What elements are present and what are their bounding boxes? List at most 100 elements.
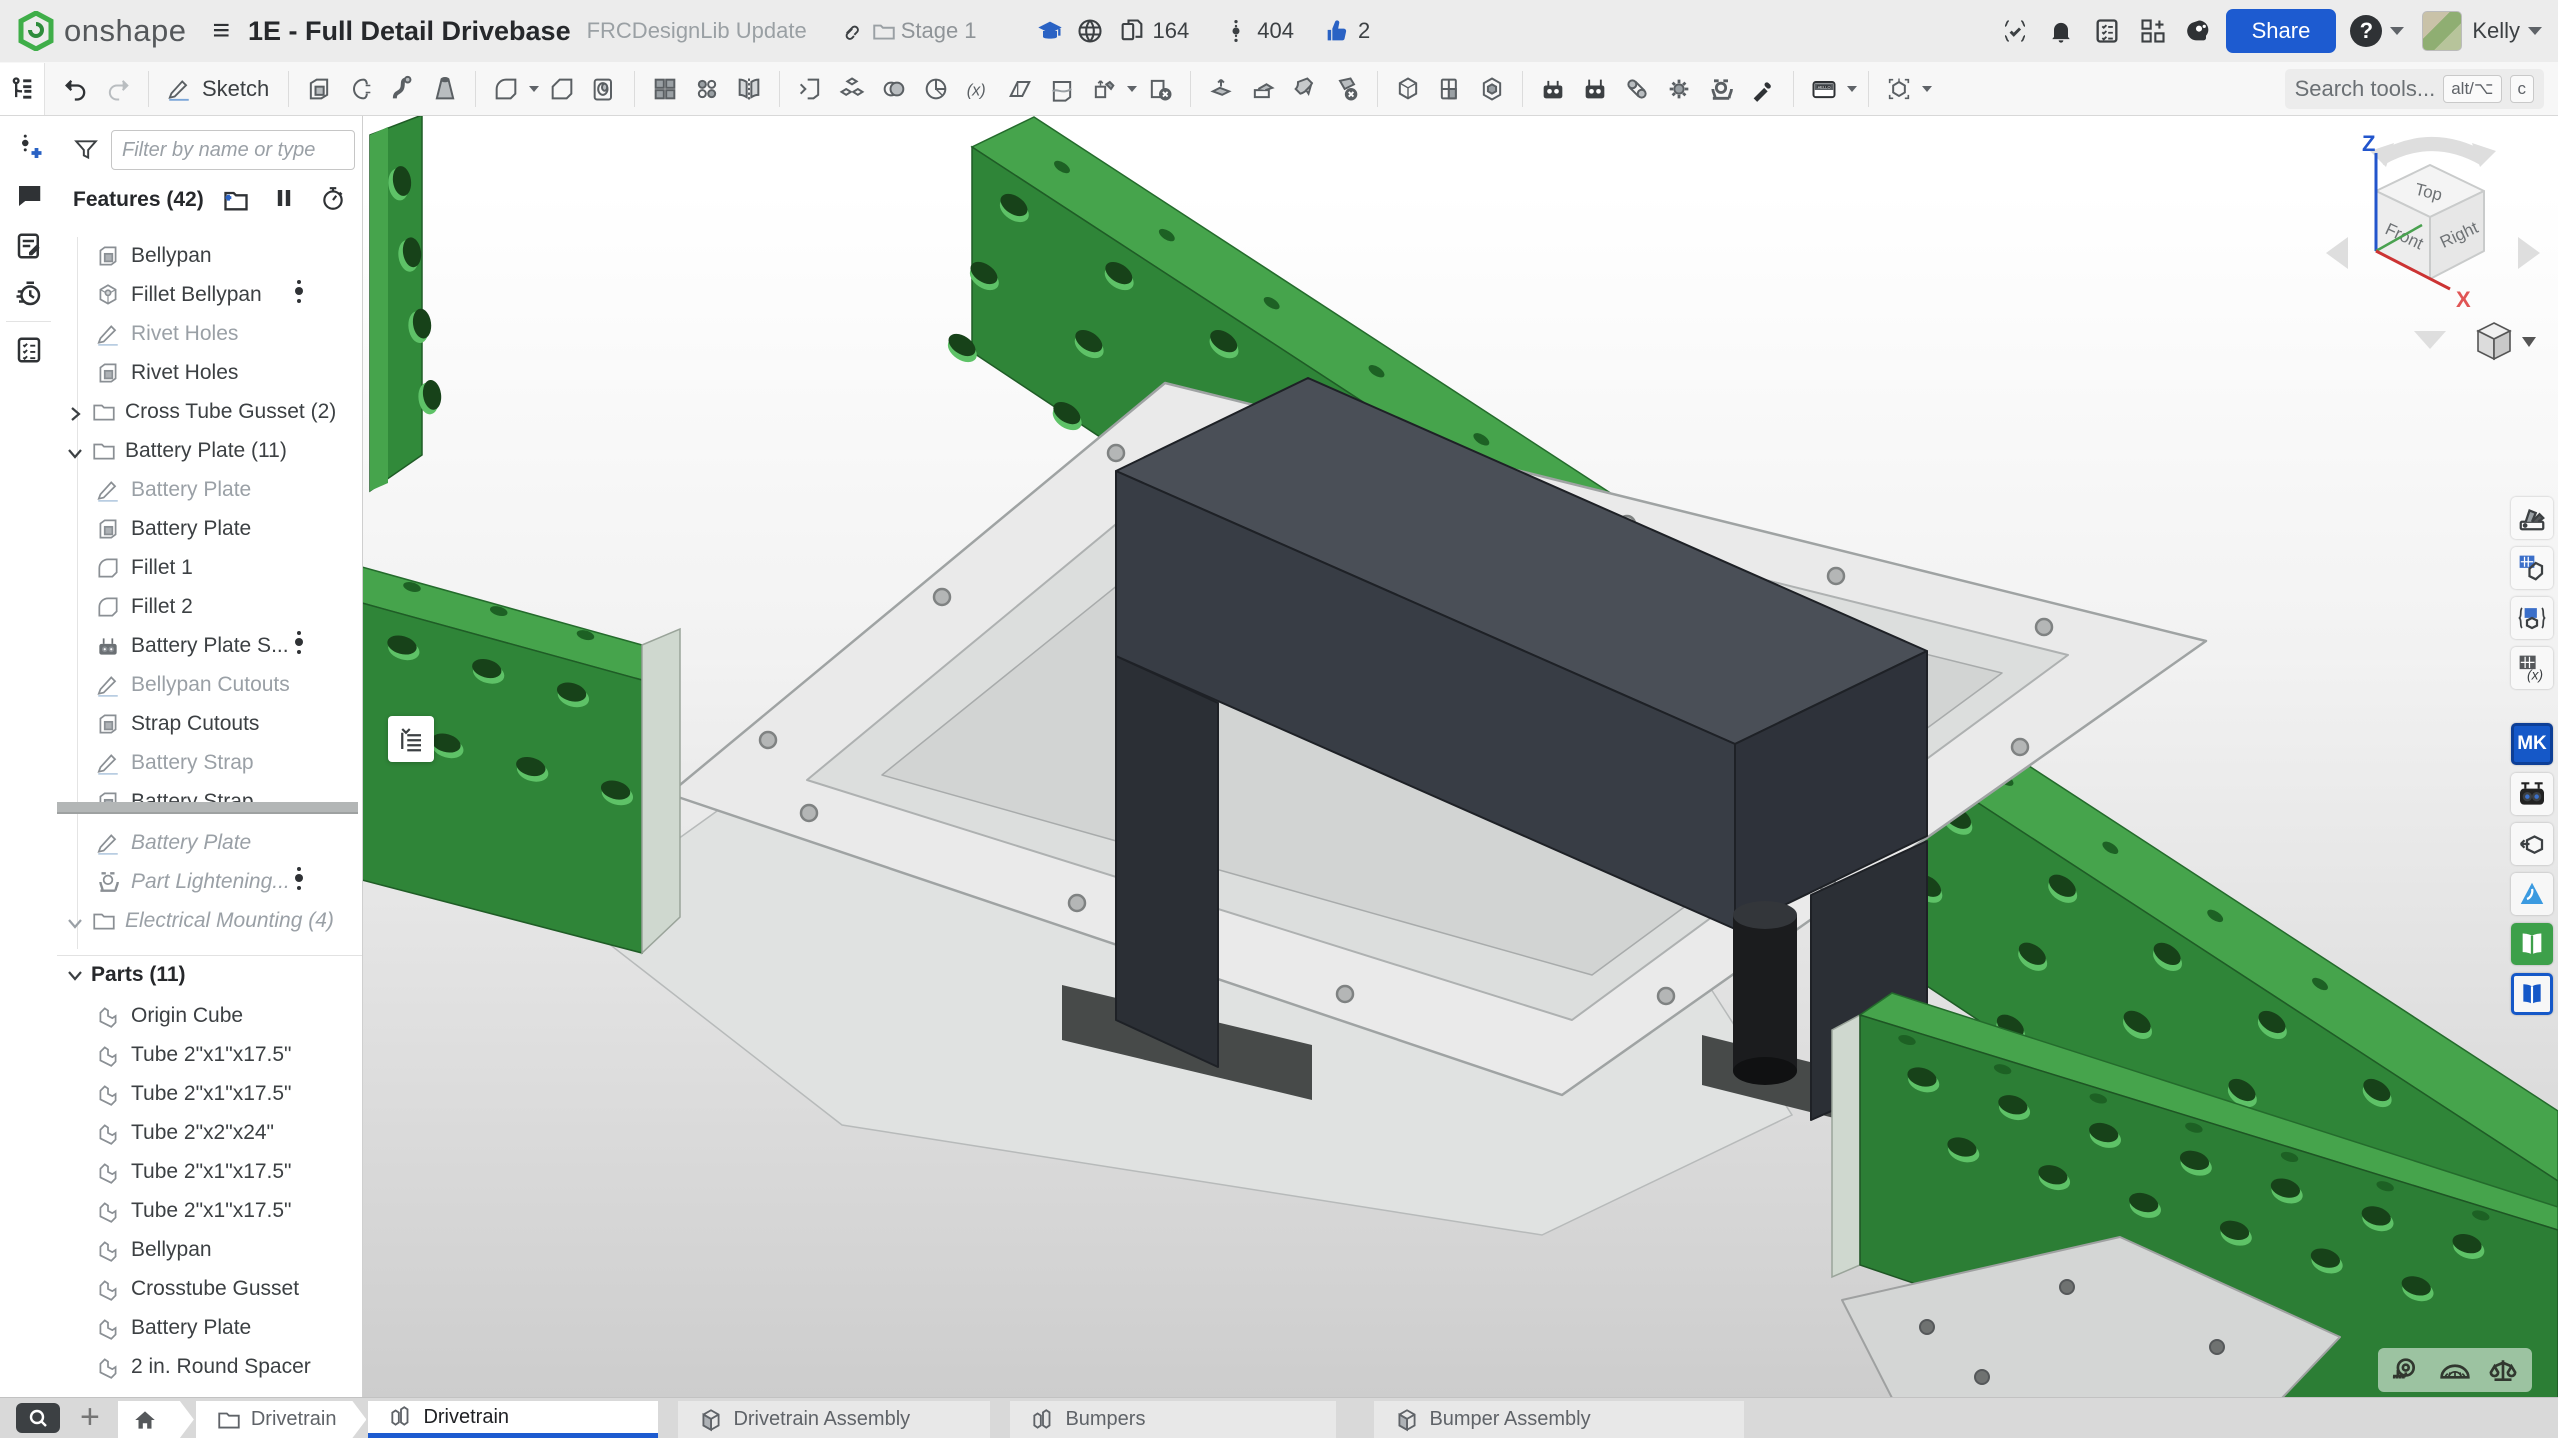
add-folder-icon[interactable] <box>222 186 250 214</box>
section-icon[interactable] <box>915 66 957 112</box>
create-version-icon[interactable] <box>14 133 44 163</box>
home-tab[interactable] <box>118 1401 194 1438</box>
enclose-icon[interactable] <box>1242 66 1284 112</box>
part-side-tube-end[interactable] <box>370 115 444 491</box>
export-part-app-icon[interactable] <box>2511 823 2553 865</box>
feature-row[interactable]: Bellypan Cutouts <box>57 665 362 704</box>
feature-row-unrolled[interactable]: Part Lightening... <box>57 862 362 901</box>
document-title[interactable]: 1E - Full Detail Drivebase <box>248 16 571 47</box>
configurations-panel-icon[interactable] <box>2511 547 2553 589</box>
part-row[interactable]: Tube 2"x2"x24" <box>57 1113 362 1152</box>
filter-icon[interactable] <box>73 137 99 163</box>
appearance-panel-icon[interactable] <box>2511 497 2553 539</box>
tab-bumper-assembly[interactable]: Bumper Assembly <box>1374 1401 1744 1438</box>
ai-advisor-icon[interactable] <box>2182 14 2216 48</box>
collapse-tree-button[interactable] <box>388 716 434 762</box>
feature-row[interactable]: Fillet Bellypan <box>57 275 362 314</box>
onshape-logo[interactable]: onshape <box>18 11 186 51</box>
hole-icon[interactable] <box>583 66 625 112</box>
part-row[interactable]: 2 in. Round Spacer <box>57 1347 362 1386</box>
link-icon[interactable] <box>833 14 867 48</box>
copies-icon[interactable] <box>1115 14 1149 48</box>
chevron-right-icon[interactable] <box>67 404 83 420</box>
feature-row[interactable]: Battery Plate <box>57 470 362 509</box>
split-icon[interactable] <box>1041 66 1083 112</box>
tab-bumpers-partstudio[interactable]: Bumpers <box>1010 1401 1336 1438</box>
part-row[interactable]: Tube 2"x1"x17.5" <box>57 1152 362 1191</box>
tab-drivetrain-assembly[interactable]: Drivetrain Assembly <box>678 1401 990 1438</box>
add-tab-button[interactable]: + <box>80 1398 100 1437</box>
feature-list-toggle[interactable] <box>0 63 45 115</box>
part-row[interactable]: Tube 2"x1"x17.5" <box>57 1035 362 1074</box>
rollback-bar[interactable] <box>57 802 358 814</box>
view-cube[interactable]: Top Front Right Z X <box>2318 123 2548 373</box>
hollow-part-icon[interactable] <box>1471 66 1513 112</box>
delete-face-icon[interactable] <box>1326 66 1368 112</box>
linear-pattern-icon[interactable] <box>644 66 686 112</box>
public-globe-icon[interactable] <box>1073 14 1107 48</box>
altium-app-icon[interactable] <box>2511 873 2553 915</box>
nametag-icon[interactable]: HELLO <box>1803 66 1845 112</box>
library-green-app-icon[interactable] <box>2511 923 2553 965</box>
revolve-icon[interactable] <box>340 66 382 112</box>
tube-clamp-icon[interactable] <box>1700 66 1742 112</box>
part-row[interactable]: Bellypan <box>57 1230 362 1269</box>
parts-section-header[interactable]: Parts (11) <box>57 955 362 993</box>
part-pattern-icon[interactable] <box>1429 66 1471 112</box>
fillet-icon[interactable] <box>485 66 527 112</box>
search-tools[interactable]: Search tools... alt/⌥ c <box>2285 69 2544 109</box>
history-icon[interactable] <box>14 279 44 309</box>
undo-icon[interactable] <box>55 66 97 112</box>
checklist-icon[interactable] <box>14 335 44 365</box>
boolean-icon[interactable] <box>873 66 915 112</box>
transform-icon[interactable] <box>1083 66 1125 112</box>
feature-folder-row[interactable]: Cross Tube Gusset (2) <box>57 392 362 431</box>
featurescript-icon[interactable] <box>1998 14 2032 48</box>
feature-folder-row-unrolled[interactable]: Electrical Mounting (4) <box>57 901 362 940</box>
extrude-icon[interactable] <box>298 66 340 112</box>
breadcrumb-folder-tab[interactable]: Drivetrain <box>196 1401 367 1438</box>
plane-icon[interactable] <box>999 66 1041 112</box>
mirror-icon[interactable] <box>728 66 770 112</box>
notifications-bell-icon[interactable] <box>2044 14 2078 48</box>
gear-icon[interactable] <box>1658 66 1700 112</box>
feature-row[interactable]: Fillet 1 <box>57 548 362 587</box>
comments-icon[interactable] <box>14 181 44 211</box>
dependency-dots-icon[interactable] <box>294 864 304 900</box>
marker-icon[interactable] <box>1742 66 1784 112</box>
move-face-icon[interactable] <box>1284 66 1326 112</box>
sketch-icon[interactable] <box>158 66 200 112</box>
versions-icon[interactable] <box>1219 14 1253 48</box>
suppress-pause-icon[interactable] <box>272 186 300 214</box>
tape-measure-icon[interactable] <box>2390 1355 2424 1385</box>
delete-part-icon[interactable] <box>1139 66 1181 112</box>
feature-row[interactable]: Battery Plate <box>57 509 362 548</box>
variable-icon[interactable]: (x) <box>957 66 999 112</box>
sweep-icon[interactable] <box>382 66 424 112</box>
part-row[interactable]: Battery Plate <box>57 1308 362 1347</box>
part-row[interactable]: Tube 2"x1"x17.5" <box>57 1074 362 1113</box>
help-button[interactable]: ? <box>2350 15 2382 47</box>
belt-icon[interactable] <box>1616 66 1658 112</box>
feature-row[interactable]: Rivet Holes <box>57 314 362 353</box>
transform-caret-icon[interactable] <box>1127 86 1137 92</box>
composite-part-icon[interactable] <box>831 66 873 112</box>
robot-app-icon[interactable] <box>2511 773 2553 815</box>
user-avatar[interactable] <box>2422 11 2462 51</box>
like-icon[interactable] <box>1320 14 1354 48</box>
feature-row[interactable]: Battery Strap <box>57 743 362 782</box>
fillet-caret-icon[interactable] <box>529 86 539 92</box>
chevron-down-icon[interactable] <box>67 967 83 983</box>
part-row[interactable]: Crosstube Gusset <box>57 1269 362 1308</box>
nametag-caret-icon[interactable] <box>1847 86 1857 92</box>
configured-features-panel-icon[interactable] <box>2511 597 2553 639</box>
help-caret-icon[interactable] <box>2390 27 2404 35</box>
tab-drivetrain-partstudio[interactable]: Drivetrain <box>368 1401 658 1438</box>
chevron-down-icon[interactable] <box>67 443 83 459</box>
chamfer-icon[interactable] <box>541 66 583 112</box>
notes-icon[interactable] <box>14 231 44 261</box>
share-button[interactable]: Share <box>2226 9 2337 53</box>
learning-icon[interactable] <box>1033 14 1067 48</box>
dependency-dots-icon[interactable] <box>294 277 304 313</box>
apps-grid-icon[interactable] <box>2136 14 2170 48</box>
